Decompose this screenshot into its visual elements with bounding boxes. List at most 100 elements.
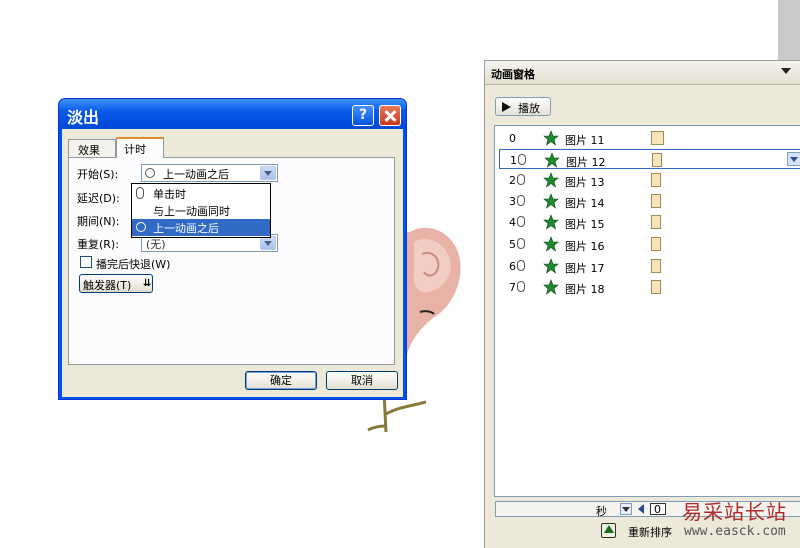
- item-number: 5: [509, 238, 516, 251]
- fade-out-dialog: 淡出 ? 效果 计时 开始(S): 上一动画之后 延迟(D): 期间(N): 重…: [58, 98, 407, 400]
- clock-icon: [145, 168, 155, 178]
- mouse-icon: [517, 216, 525, 227]
- mouse-icon: [517, 195, 525, 206]
- rewind-checkbox[interactable]: [80, 256, 92, 268]
- timeline-value: 0: [654, 503, 661, 516]
- trigger-button[interactable]: 触发器(T) ⇊: [79, 274, 153, 293]
- reorder-label[interactable]: 重新排序: [628, 524, 672, 540]
- item-name: 图片 14: [565, 197, 605, 210]
- start-label: 开始(S):: [77, 168, 119, 181]
- reorder-icon[interactable]: [601, 523, 616, 538]
- entrance-star-icon: [543, 193, 559, 209]
- timeline-left-icon[interactable]: [636, 503, 648, 515]
- timeline-bar[interactable]: [651, 173, 661, 187]
- entrance-star-icon: [543, 279, 559, 295]
- dialog-titlebar[interactable]: 淡出 ?: [59, 99, 406, 129]
- seconds-chevron-down-icon[interactable]: [620, 503, 632, 515]
- item-name: 图片 13: [565, 176, 605, 189]
- entrance-star-icon: [543, 172, 559, 188]
- item-name: 图片 18: [565, 283, 605, 296]
- play-label: 播放: [518, 102, 540, 115]
- list-item[interactable]: 0 图片 11: [499, 128, 800, 148]
- timeline-bar[interactable]: [651, 194, 661, 208]
- timeline-bar[interactable]: [651, 280, 661, 294]
- animation-pane: 动画窗格 播放 0 图片 11 1 图片 12 2 图片 13 3 图片 14 …: [484, 60, 800, 548]
- dialog-title: 淡出: [67, 108, 100, 127]
- option-with-previous[interactable]: 与上一动画同时: [132, 202, 270, 219]
- help-icon[interactable]: ?: [352, 105, 374, 126]
- repeat-select-value: (无): [146, 238, 166, 251]
- play-icon: [502, 102, 511, 112]
- mouse-icon: [518, 154, 526, 165]
- dialog-body: 效果 计时 开始(S): 上一动画之后 延迟(D): 期间(N): 重复(R):…: [62, 129, 403, 397]
- chevron-down-icon[interactable]: [260, 166, 276, 180]
- clock-icon: [136, 222, 146, 232]
- item-menu-chevron-icon[interactable]: [787, 152, 800, 166]
- animation-list: 0 图片 11 1 图片 12 2 图片 13 3 图片 14 4 图片 15 …: [494, 125, 800, 497]
- seconds-label: 秒: [596, 505, 607, 518]
- mouse-icon: [517, 281, 525, 292]
- start-dropdown-list: 单击时 与上一动画同时 上一动画之后: [131, 183, 271, 238]
- item-name: 图片 16: [565, 240, 605, 253]
- item-number: 0: [509, 132, 516, 145]
- timeline-bar[interactable]: [651, 237, 661, 251]
- chevron-down-icon[interactable]: [260, 236, 276, 250]
- trigger-label: 触发器(T): [83, 279, 132, 292]
- item-number: 4: [509, 216, 516, 229]
- list-item[interactable]: 5 图片 16: [499, 234, 800, 254]
- item-number: 7: [509, 281, 516, 294]
- tab-timing[interactable]: 计时: [116, 137, 164, 158]
- mouse-icon: [517, 238, 525, 249]
- list-item[interactable]: 3 图片 14: [499, 191, 800, 211]
- timeline-bar[interactable]: [651, 215, 661, 229]
- double-chevron-down-icon: ⇊: [143, 278, 152, 289]
- timeline-bar[interactable]: [652, 153, 662, 167]
- mouse-icon: [517, 260, 525, 271]
- pane-menu-chevron-icon[interactable]: [781, 68, 791, 74]
- list-item[interactable]: 7 图片 18: [499, 277, 800, 297]
- item-number: 3: [509, 195, 516, 208]
- play-button[interactable]: 播放: [495, 97, 551, 116]
- timeline-bar[interactable]: [651, 131, 664, 145]
- option-label: 单击时: [153, 188, 186, 201]
- item-number: 2: [509, 174, 516, 187]
- start-select-value: 上一动画之后: [163, 168, 229, 181]
- option-label: 与上一动画同时: [153, 205, 230, 218]
- watermark-url: www.easck.com: [684, 524, 786, 539]
- delay-label: 延迟(D):: [77, 192, 120, 205]
- ok-button[interactable]: 确定: [245, 371, 317, 390]
- item-name: 图片 17: [565, 262, 605, 275]
- entrance-star-icon: [543, 214, 559, 230]
- entrance-star-icon: [543, 236, 559, 252]
- item-name: 图片 15: [565, 218, 605, 231]
- option-on-click[interactable]: 单击时: [132, 185, 270, 202]
- timeline-bar[interactable]: [651, 259, 661, 273]
- timeline-zoom-box[interactable]: 0: [650, 503, 666, 516]
- mouse-icon: [517, 174, 525, 185]
- item-name: 图片 11: [565, 134, 605, 147]
- list-item[interactable]: 4 图片 15: [499, 212, 800, 232]
- item-name: 图片 12: [566, 156, 606, 169]
- entrance-star-icon: [543, 130, 559, 146]
- tab-effect[interactable]: 效果: [68, 139, 116, 157]
- duration-label: 期间(N):: [77, 215, 120, 228]
- close-icon[interactable]: [379, 105, 401, 126]
- list-item[interactable]: 2 图片 13: [499, 170, 800, 190]
- option-label: 上一动画之后: [153, 222, 219, 235]
- repeat-label: 重复(R):: [77, 238, 119, 251]
- option-after-previous[interactable]: 上一动画之后: [132, 219, 270, 236]
- mouse-icon: [136, 187, 144, 199]
- cancel-button[interactable]: 取消: [326, 371, 398, 390]
- rewind-label[interactable]: 播完后快退(W): [96, 256, 170, 272]
- entrance-star-icon: [543, 258, 559, 274]
- item-number: 1: [510, 154, 517, 167]
- pane-titlebar: 动画窗格: [485, 61, 800, 85]
- start-select[interactable]: 上一动画之后: [141, 164, 278, 182]
- list-item-selected[interactable]: 1 图片 12: [499, 149, 800, 169]
- list-item[interactable]: 6 图片 17: [499, 256, 800, 276]
- tab-effect-label: 效果: [78, 144, 100, 157]
- background-scrollbar: [778, 0, 800, 62]
- entrance-star-icon: [544, 152, 560, 168]
- watermark-text: 易采站长站: [682, 500, 787, 524]
- tab-timing-label: 计时: [124, 143, 146, 156]
